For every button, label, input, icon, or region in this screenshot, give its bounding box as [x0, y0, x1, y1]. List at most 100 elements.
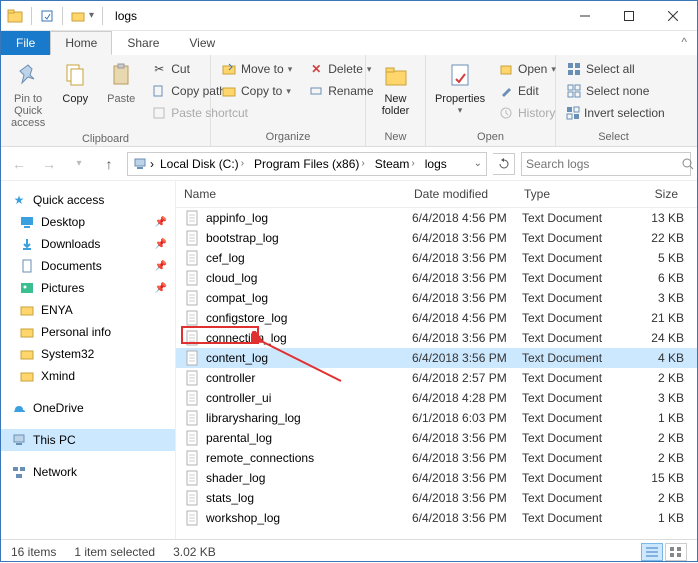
ribbon-collapse-icon[interactable]: ^ [671, 31, 697, 55]
nav-documents[interactable]: Documents📌 [1, 255, 175, 277]
nav-desktop[interactable]: Desktop📌 [1, 211, 175, 233]
nav-onedrive[interactable]: OneDrive [1, 397, 175, 419]
search-input[interactable] [526, 157, 681, 171]
refresh-button[interactable] [493, 153, 515, 175]
file-row[interactable]: librarysharing_log6/1/2018 6:03 PMText D… [176, 408, 697, 428]
file-row[interactable]: workshop_log6/4/2018 3:56 PMText Documen… [176, 508, 697, 528]
documents-icon [19, 258, 35, 274]
copy-to-button[interactable]: Copy to▾ [217, 81, 296, 101]
view-large-icons-button[interactable] [665, 543, 687, 561]
file-name: configstore_log [206, 311, 412, 325]
open-button[interactable]: Open▾ [494, 59, 560, 79]
move-to-button[interactable]: Move to▾ [217, 59, 296, 79]
nav-pictures[interactable]: Pictures📌 [1, 277, 175, 299]
file-size: 6 KB [632, 271, 692, 285]
folder-icon [19, 302, 35, 318]
file-row[interactable]: appinfo_log6/4/2018 4:56 PMText Document… [176, 208, 697, 228]
file-type: Text Document [522, 471, 632, 485]
close-button[interactable] [651, 2, 695, 30]
paste-button[interactable]: Paste [101, 57, 141, 107]
nav-personal[interactable]: Personal info [1, 321, 175, 343]
forward-button[interactable]: → [37, 152, 61, 176]
file-row[interactable]: stats_log6/4/2018 3:56 PMText Document2 … [176, 488, 697, 508]
folder-icon [19, 324, 35, 340]
text-document-icon [184, 230, 200, 246]
file-size: 21 KB [632, 311, 692, 325]
address-bar[interactable]: › Local Disk (C:)› Program Files (x86)› … [127, 152, 487, 176]
nav-downloads[interactable]: Downloads📌 [1, 233, 175, 255]
pictures-icon [19, 280, 35, 296]
file-row[interactable]: remote_connections6/4/2018 3:56 PMText D… [176, 448, 697, 468]
desktop-icon [19, 214, 35, 230]
tab-file[interactable]: File [1, 31, 50, 55]
crumb-2[interactable]: Steam› [371, 157, 419, 171]
invert-icon [566, 105, 580, 121]
file-row[interactable]: shader_log6/4/2018 3:56 PMText Document1… [176, 468, 697, 488]
file-row[interactable]: compat_log6/4/2018 3:56 PMText Document3… [176, 288, 697, 308]
crumb-0[interactable]: Local Disk (C:)› [156, 157, 248, 171]
properties-button[interactable]: Properties ▾ [432, 57, 488, 118]
copy-button[interactable]: Copy [55, 57, 95, 107]
nav-system32[interactable]: System32 [1, 343, 175, 365]
history-button[interactable]: History [494, 103, 560, 123]
file-row[interactable]: configstore_log6/4/2018 4:56 PMText Docu… [176, 308, 697, 328]
nav-this-pc[interactable]: This PC [1, 429, 175, 451]
new-folder-button[interactable]: New folder [372, 57, 419, 119]
nav-enya[interactable]: ENYA [1, 299, 175, 321]
column-name[interactable]: Name [176, 181, 406, 207]
address-dropdown-icon[interactable]: ⌄ [474, 158, 482, 169]
file-row[interactable]: cloud_log6/4/2018 3:56 PMText Document6 … [176, 268, 697, 288]
select-all-button[interactable]: Select all [562, 59, 665, 79]
column-date[interactable]: Date modified [406, 181, 516, 207]
view-details-button[interactable] [641, 543, 663, 561]
maximize-button[interactable] [607, 2, 651, 30]
text-document-icon [184, 210, 200, 226]
file-row[interactable]: parental_log6/4/2018 3:56 PMText Documen… [176, 428, 697, 448]
qat-properties-icon[interactable] [40, 9, 54, 23]
status-size: 3.02 KB [173, 545, 216, 559]
back-button[interactable]: ← [7, 152, 31, 176]
tab-share[interactable]: Share [112, 31, 174, 55]
star-icon: ★ [11, 192, 27, 208]
file-size: 2 KB [632, 451, 692, 465]
nav-xmind[interactable]: Xmind [1, 365, 175, 387]
select-none-button[interactable]: Select none [562, 81, 665, 101]
file-row[interactable]: cef_log6/4/2018 3:56 PMText Document5 KB [176, 248, 697, 268]
crumb-1[interactable]: Program Files (x86)› [250, 157, 369, 171]
file-type: Text Document [522, 451, 632, 465]
file-name: cef_log [206, 251, 412, 265]
search-box[interactable] [521, 152, 691, 176]
file-size: 13 KB [632, 211, 692, 225]
edit-icon [498, 83, 514, 99]
file-type: Text Document [522, 511, 632, 525]
nav-quick-access[interactable]: ★Quick access [1, 189, 175, 211]
group-label-organize: Organize [217, 129, 359, 146]
chevron-right-icon[interactable]: › [150, 157, 154, 171]
tab-home[interactable]: Home [50, 31, 112, 55]
nav-network[interactable]: Network [1, 461, 175, 483]
pin-quick-access-button[interactable]: Pin to Quick access [7, 57, 49, 131]
group-label-open: Open [432, 129, 549, 146]
file-size: 5 KB [632, 251, 692, 265]
file-row[interactable]: connection_log6/4/2018 3:56 PMText Docum… [176, 328, 697, 348]
file-name: controller [206, 371, 412, 385]
file-row[interactable]: controller_ui6/4/2018 4:28 PMText Docume… [176, 388, 697, 408]
qat-dropdown-icon[interactable]: ▾ [89, 10, 94, 21]
file-row[interactable]: content_log6/4/2018 3:56 PMText Document… [176, 348, 697, 368]
crumb-3[interactable]: logs [421, 157, 451, 171]
text-document-icon [184, 490, 200, 506]
column-size[interactable]: Size [626, 181, 686, 207]
file-row[interactable]: controller6/4/2018 2:57 PMText Document2… [176, 368, 697, 388]
file-date: 6/4/2018 3:56 PM [412, 471, 522, 485]
invert-selection-button[interactable]: Invert selection [562, 103, 665, 123]
column-type[interactable]: Type [516, 181, 626, 207]
tab-view[interactable]: View [174, 31, 230, 55]
group-label-new: New [372, 129, 419, 146]
recent-dropdown[interactable]: ▾ [67, 152, 91, 176]
edit-button[interactable]: Edit [494, 81, 560, 101]
text-document-icon [184, 470, 200, 486]
minimize-button[interactable] [563, 2, 607, 30]
pc-icon [132, 156, 148, 172]
up-button[interactable]: ↑ [97, 152, 121, 176]
file-row[interactable]: bootstrap_log6/4/2018 3:56 PMText Docume… [176, 228, 697, 248]
